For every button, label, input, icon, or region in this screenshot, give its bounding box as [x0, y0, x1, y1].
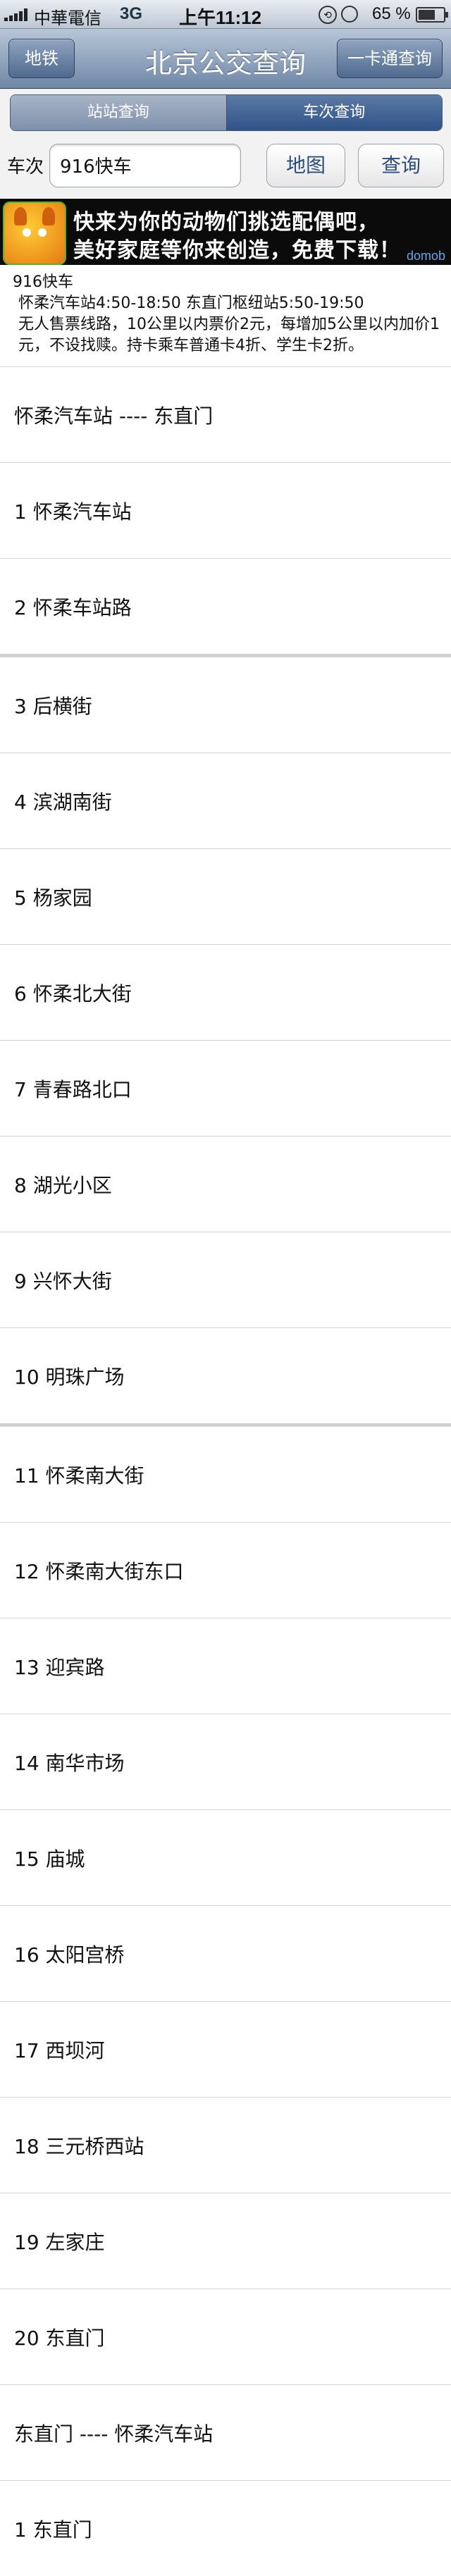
- list-item[interactable]: 18 三元桥西站: [0, 2097, 451, 2193]
- list-item-label: 9 兴怀大街: [14, 1270, 112, 1293]
- route-label: 车次: [7, 156, 44, 178]
- list-item[interactable]: 7 青春路北口: [0, 1040, 451, 1136]
- status-bar: 中華電信 3G 上午11:12 ⟲ 65 %: [0, 0, 451, 29]
- list-item-label: 16 太阳宫桥: [14, 1943, 125, 1967]
- list-item[interactable]: 9 兴怀大街: [0, 1232, 451, 1327]
- list-item-label: 13 迎宾路: [14, 1656, 105, 1679]
- list-item[interactable]: 1 怀柔汽车站: [0, 462, 451, 558]
- battery-percent: 65 %: [372, 4, 411, 23]
- list-item[interactable]: 2 怀柔车站路: [0, 558, 451, 654]
- list-item[interactable]: 13 迎宾路: [0, 1618, 451, 1714]
- list-item-label: 1 东直门: [14, 2518, 92, 2541]
- list-item[interactable]: 19 左家庄: [0, 2193, 451, 2289]
- list-item[interactable]: 15 庙城: [0, 1809, 451, 1905]
- route-fare: 无人售票线路，10公里以内票价2元，每增加5公里以内加价1元，不设找赎。持卡乘车…: [18, 316, 440, 354]
- list-item[interactable]: 17 西坝河: [0, 2001, 451, 2097]
- list-item-label: 20 东直门: [14, 2327, 105, 2350]
- direction-header[interactable]: 怀柔汽车站 ---- 东直门: [0, 366, 451, 462]
- list-item-label: 15 庙城: [14, 1847, 85, 1871]
- list-item-label: 怀柔汽车站 ---- 东直门: [14, 404, 214, 428]
- network-type: 3G: [120, 4, 143, 23]
- route-hours: 怀柔汽车站4:50-18:50 东直门枢纽站5:50-19:50: [18, 295, 364, 312]
- list-item-label: 11 怀柔南大街: [14, 1464, 144, 1487]
- list-item[interactable]: 6 怀柔北大街: [0, 944, 451, 1040]
- list-item-label: 4 滨湖南街: [14, 791, 112, 814]
- ad-line-1: 快来为你的动物们挑选配偶吧，: [73, 210, 379, 235]
- query-button[interactable]: 查询: [358, 144, 444, 187]
- list-item[interactable]: 14 南华市场: [0, 1714, 451, 1809]
- game-animal-icon: [3, 202, 66, 265]
- list-item[interactable]: 5 杨家园: [0, 848, 451, 944]
- list-item-label: 19 左家庄: [14, 2231, 105, 2254]
- tab-route-query[interactable]: 车次查询: [226, 95, 442, 130]
- list-item[interactable]: 12 怀柔南大街东口: [0, 1522, 451, 1618]
- segment-area: 站站查询 车次查询: [0, 89, 451, 138]
- search-row: 车次 地图 查询: [0, 138, 451, 197]
- clock: 上午11:12: [179, 7, 262, 28]
- list-item[interactable]: 16 太阳宫桥: [0, 1905, 451, 2001]
- list-item[interactable]: 11 怀柔南大街: [0, 1426, 451, 1522]
- route-info: 916快车 怀柔汽车站4:50-18:50 东直门枢纽站5:50-19:50 无…: [0, 268, 451, 362]
- map-button[interactable]: 地图: [266, 144, 345, 187]
- list-item-label: 7 青春路北口: [14, 1078, 132, 1101]
- list-item[interactable]: 20 东直门: [0, 2289, 451, 2384]
- list-item-label: 2 怀柔车站路: [14, 596, 132, 619]
- card-query-button[interactable]: 一卡通查询: [337, 39, 443, 78]
- list-item[interactable]: 10 明珠广场: [0, 1327, 451, 1423]
- list-item-label: 12 怀柔南大街东口: [14, 1560, 184, 1583]
- ad-banner[interactable]: 快来为你的动物们挑选配偶吧， 美好家庭等你来创造，免费下载！ domob: [0, 199, 451, 265]
- ad-brand: domob: [406, 249, 445, 263]
- list-item-label: 1 怀柔汽车站: [14, 500, 132, 524]
- tab-station-to-station[interactable]: 站站查询: [11, 95, 226, 130]
- list-item-label: 17 西坝河: [14, 2039, 105, 2062]
- query-mode-segmented-control: 站站查询 车次查询: [10, 94, 443, 131]
- rotation-lock-icon: ⟲: [319, 6, 337, 24]
- list-item-label: 东直门 ---- 怀柔汽车站: [14, 2422, 214, 2446]
- list-item[interactable]: 4 滨湖南街: [0, 753, 451, 848]
- route-input[interactable]: [58, 144, 230, 185]
- battery-icon: [416, 7, 448, 23]
- list-item-label: 18 三元桥西站: [14, 2135, 144, 2158]
- nav-bar: 地铁 北京公交查询 一卡通查询: [0, 29, 451, 89]
- carrier-name: 中華電信: [34, 9, 101, 28]
- list-item-label: 6 怀柔北大街: [14, 982, 132, 1005]
- list-item[interactable]: 8 湖光小区: [0, 1136, 451, 1232]
- list-item-label: 5 杨家园: [14, 886, 92, 910]
- route-input-wrapper: [49, 144, 241, 187]
- list-item-label: 8 湖光小区: [14, 1174, 112, 1197]
- alarm-icon: [341, 6, 358, 23]
- signal-icon: [4, 8, 30, 21]
- direction-header[interactable]: 东直门 ---- 怀柔汽车站: [0, 2384, 451, 2480]
- list-item-label: 3 后横街: [14, 695, 92, 718]
- ad-line-2: 美好家庭等你来创造，免费下载！: [73, 238, 401, 263]
- list-item-label: 14 南华市场: [14, 1752, 125, 1775]
- route-name: 916快车: [13, 273, 73, 291]
- list-item[interactable]: 3 后横街: [0, 657, 451, 753]
- list-item-label: 10 明珠广场: [14, 1366, 125, 1389]
- list-item[interactable]: 1 东直门: [0, 2480, 451, 2576]
